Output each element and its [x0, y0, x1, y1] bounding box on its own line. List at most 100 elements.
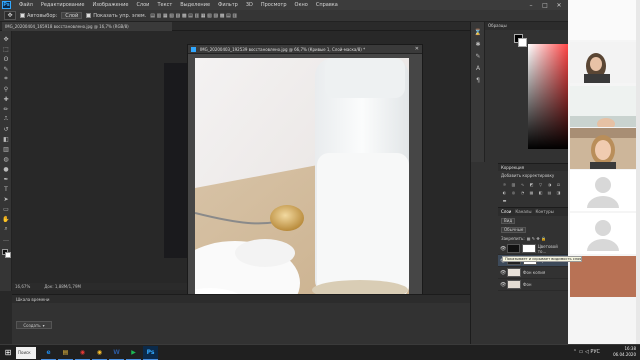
adjustments-tab[interactable]: Коррекция: [498, 164, 568, 171]
participant-avatar-tile[interactable]: [570, 213, 636, 254]
invert-icon[interactable]: ◧: [537, 189, 544, 195]
path-select-tool-icon[interactable]: ➤: [2, 195, 10, 203]
threshold-icon[interactable]: ◨: [555, 189, 562, 195]
curves-icon[interactable]: ∿: [519, 181, 526, 187]
video-call-scrollbar[interactable]: [636, 0, 640, 344]
menu-filter[interactable]: Фильтр: [214, 2, 242, 8]
menu-3d[interactable]: 3D: [242, 2, 257, 8]
chrome-app-icon[interactable]: ◉: [92, 346, 107, 360]
pen-tool-icon[interactable]: ✒: [2, 175, 10, 183]
menu-image[interactable]: Изображение: [88, 2, 132, 8]
dodge-tool-icon[interactable]: ●: [2, 165, 10, 173]
marquee-tool-icon[interactable]: ⬚: [2, 45, 10, 53]
lock-icons[interactable]: ▦ ✎ ✥ 🔒: [527, 236, 546, 241]
history-brush-tool-icon[interactable]: ↺: [2, 125, 10, 133]
vibrance-icon[interactable]: ▽: [537, 181, 544, 187]
levels-icon[interactable]: ▥: [510, 181, 517, 187]
menu-edit[interactable]: Редактирование: [37, 2, 89, 8]
menu-layers[interactable]: Слои: [132, 2, 153, 8]
quick-select-tool-icon[interactable]: ✎: [2, 65, 10, 73]
opera-app-icon[interactable]: ◉: [75, 346, 90, 360]
taskbar-search[interactable]: Поиск: [16, 346, 36, 359]
menu-window[interactable]: Окно: [291, 2, 312, 8]
menu-help[interactable]: Справка: [312, 2, 342, 8]
history-panel-icon[interactable]: ⌛: [474, 28, 482, 36]
paragraph-panel-icon[interactable]: ¶: [474, 76, 482, 84]
bw-icon[interactable]: ◐: [501, 189, 508, 195]
shape-tool-icon[interactable]: ▭: [2, 205, 10, 213]
tab-paths[interactable]: Контуры: [535, 209, 553, 215]
crop-tool-icon[interactable]: ⌗: [2, 75, 10, 83]
stamp-tool-icon[interactable]: ⎍: [2, 115, 10, 123]
eyedropper-tool-icon[interactable]: ⚲: [2, 85, 10, 93]
gradient-map-icon[interactable]: ▬: [501, 197, 508, 203]
edge-app-icon[interactable]: e: [41, 346, 56, 360]
floating-window-close-icon[interactable]: ✕: [415, 46, 419, 52]
background-doc-zoom[interactable]: 16,67%: [15, 284, 30, 289]
menu-file[interactable]: Файл: [15, 2, 37, 8]
visibility-eye-icon[interactable]: 👁: [500, 270, 506, 276]
explorer-app-icon[interactable]: ▤: [58, 346, 73, 360]
posterize-icon[interactable]: ▤: [546, 189, 553, 195]
color-lookup-icon[interactable]: ▦: [528, 189, 535, 195]
gradient-tool-icon[interactable]: ▥: [2, 145, 10, 153]
participant-video-tile[interactable]: [570, 256, 636, 297]
healing-tool-icon[interactable]: ✚: [2, 95, 10, 103]
photo-filter-icon[interactable]: ◎: [510, 189, 517, 195]
move-tool-icon[interactable]: ✥: [4, 11, 16, 20]
visibility-eye-icon[interactable]: 👁: [500, 282, 506, 288]
create-timeline-button[interactable]: Создать ▾: [16, 321, 52, 329]
blur-tool-icon[interactable]: ◍: [2, 155, 10, 163]
layer-row[interactable]: 👁 Фон копия: [498, 267, 568, 279]
autoselect-dropdown[interactable]: Слой: [61, 12, 83, 19]
participant-video-tile[interactable]: [570, 128, 636, 169]
participant-video-tile[interactable]: [570, 42, 636, 83]
document-tab[interactable]: IMG_20200404_165918 восстановлено.jpg @ …: [2, 22, 172, 31]
clock[interactable]: 16:38 06.04.2020: [613, 346, 636, 358]
photoshop-app-icon[interactable]: Ps: [143, 345, 158, 360]
menu-text[interactable]: Текст: [153, 2, 176, 8]
zoom-tool-icon[interactable]: ⌕: [2, 225, 10, 233]
blend-mode-dropdown[interactable]: Обычные: [501, 226, 527, 233]
character-panel-icon[interactable]: A: [474, 64, 482, 72]
properties-panel-icon[interactable]: ✱: [474, 40, 482, 48]
hue-icon[interactable]: ◑: [546, 181, 553, 187]
menu-select[interactable]: Выделение: [176, 2, 214, 8]
layer-row[interactable]: 👁 Цветовой то...: [498, 243, 568, 255]
participant-avatar-tile[interactable]: [570, 170, 636, 211]
start-button[interactable]: ⊞: [0, 345, 16, 360]
word-app-icon[interactable]: W: [109, 346, 124, 360]
brush-tool-icon[interactable]: ✏: [2, 105, 10, 113]
autoselect-checkbox[interactable]: Автовыбор:: [20, 13, 57, 19]
system-tray-icons[interactable]: ⌃ ▭ ◁ РУС: [573, 349, 600, 355]
lasso-tool-icon[interactable]: ʘ: [2, 55, 10, 63]
eraser-tool-icon[interactable]: ◧: [2, 135, 10, 143]
channel-mixer-icon[interactable]: ◔: [519, 189, 526, 195]
layer-row[interactable]: 👁 Фон: [498, 279, 568, 291]
more-tools-icon[interactable]: …: [2, 235, 10, 243]
brush-panel-icon[interactable]: ✎: [474, 52, 482, 60]
visibility-eye-icon[interactable]: 👁: [500, 246, 506, 252]
tab-channels[interactable]: Каналы: [515, 209, 531, 215]
close-button[interactable]: ✕: [552, 0, 566, 10]
swatches-tab[interactable]: Образцы: [485, 22, 569, 30]
menu-view[interactable]: Просмотр: [257, 2, 291, 8]
minimize-button[interactable]: –: [524, 0, 538, 10]
color-panel-background-swatch[interactable]: [518, 38, 527, 47]
document-photo[interactable]: [195, 58, 409, 322]
type-tool-icon[interactable]: T: [2, 185, 10, 193]
tab-layers[interactable]: Слои: [501, 209, 511, 215]
show-controls-checkbox[interactable]: Показать упр. элем.: [86, 13, 146, 19]
media-app-icon[interactable]: ▶: [126, 346, 141, 360]
background-color-swatch[interactable]: [5, 252, 11, 258]
maximize-button[interactable]: □: [538, 0, 552, 10]
hand-tool-icon[interactable]: ✋: [2, 215, 10, 223]
timeline-title[interactable]: Шкала времени: [12, 295, 470, 303]
exposure-icon[interactable]: ◩: [528, 181, 535, 187]
align-icons[interactable]: ▤ ▥ ▦ ▧ ▨ ▩ ▤ ▥ ▦ ▧ ▨ ▩ ▤ ▥: [150, 13, 237, 19]
layer-kind-filter[interactable]: Вид: [501, 217, 516, 224]
floating-window-titlebar[interactable]: IMG_20200403_192539 восстановлено.jpg @ …: [188, 45, 422, 54]
color-balance-icon[interactable]: ⚖: [555, 181, 562, 187]
move-tool-icon[interactable]: ✥: [2, 35, 10, 43]
brightness-icon[interactable]: ☼: [501, 181, 508, 187]
